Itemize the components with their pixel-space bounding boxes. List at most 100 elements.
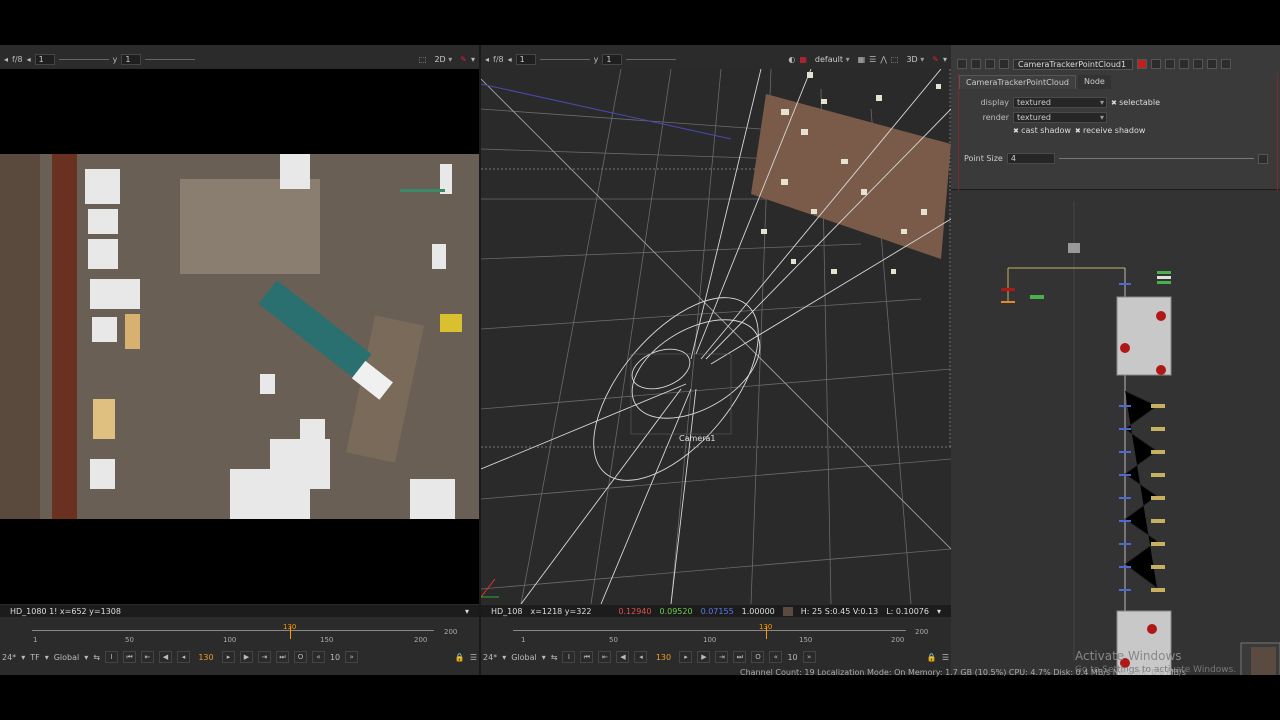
range-dropdown[interactable]: Global — [511, 653, 537, 662]
step-back-icon[interactable]: ◂ — [176, 651, 190, 663]
step-forward-icon[interactable]: ▸ — [679, 651, 693, 663]
arrow-left-icon[interactable]: ◂ — [27, 55, 31, 64]
out-point-icon[interactable]: O — [751, 651, 765, 663]
skip-start-icon[interactable]: ⏮ — [122, 651, 136, 663]
current-frame-field[interactable]: 130 — [195, 653, 217, 662]
chevron-down-icon[interactable]: ▾ — [465, 607, 469, 616]
arrow-left-icon[interactable]: ◂ — [4, 55, 8, 64]
prev-keyframe-icon[interactable]: ⇤ — [598, 651, 612, 663]
lut-dropdown[interactable]: default — [811, 55, 854, 64]
tab-node[interactable]: Node — [1077, 75, 1111, 89]
gamma-slider[interactable] — [626, 58, 677, 60]
play-backward-icon[interactable]: ◀ — [158, 651, 172, 663]
next-keyframe-icon[interactable]: ⇥ — [257, 651, 271, 663]
pen-icon[interactable]: ✎ — [932, 55, 939, 64]
arrow-left-icon[interactable]: ◂ — [508, 55, 512, 64]
step-back-many-icon[interactable]: « — [769, 651, 783, 663]
play-forward-icon[interactable]: ▶ — [239, 651, 253, 663]
point-size-slider[interactable] — [1058, 158, 1254, 159]
view-mode-dropdown[interactable]: 3D — [902, 55, 928, 64]
chevron-down-icon[interactable]: ▾ — [45, 653, 49, 662]
fps-dropdown[interactable]: 24* — [483, 653, 497, 662]
input-icon[interactable] — [985, 59, 995, 69]
undo-icon[interactable] — [1151, 59, 1161, 69]
roi-icon[interactable]: ⬚ — [891, 55, 899, 64]
gain-slider[interactable] — [539, 58, 590, 60]
current-frame-field[interactable]: 130 — [652, 653, 674, 662]
play-backward-icon[interactable]: ◀ — [616, 651, 630, 663]
viewer-canvas-2d[interactable] — [0, 69, 479, 604]
fps-dropdown[interactable]: 24* — [2, 653, 16, 662]
settings-icon[interactable]: ☰ — [942, 653, 949, 662]
prev-keyframe-icon[interactable]: ⇤ — [140, 651, 154, 663]
chevron-down-icon[interactable]: ▾ — [84, 653, 88, 662]
step-forward-many-icon[interactable]: » — [345, 651, 359, 663]
view-mode-dropdown[interactable]: 2D — [430, 55, 456, 64]
pen-icon[interactable]: ✎ — [460, 55, 467, 64]
arrow-left-icon[interactable]: ◂ — [485, 55, 489, 64]
fstop-label[interactable]: f/8 — [12, 55, 23, 64]
loop-icon[interactable]: ⇆ — [93, 653, 100, 662]
next-keyframe-icon[interactable]: ⇥ — [715, 651, 729, 663]
help-icon[interactable] — [1193, 59, 1203, 69]
color-picker-icon[interactable] — [999, 59, 1009, 69]
node-graph[interactable]: Activate Windows Go to Settings to activ… — [951, 191, 1280, 675]
roi-icon[interactable]: ⬚ — [419, 55, 427, 64]
play-forward-icon[interactable]: ▶ — [697, 651, 711, 663]
timeline-track[interactable] — [32, 630, 434, 631]
loop-icon[interactable]: ⇆ — [551, 653, 558, 662]
out-point-icon[interactable]: O — [293, 651, 307, 663]
gamma-field[interactable]: 1 — [602, 53, 623, 65]
timeline-track[interactable] — [513, 630, 906, 631]
skip-end-icon[interactable]: ⏭ — [275, 651, 289, 663]
animation-curve-icon[interactable] — [1257, 153, 1268, 164]
timeline[interactable]: 130 1 50 100 150 200 200 — [481, 620, 951, 646]
selectable-checkbox[interactable]: selectable — [1111, 98, 1160, 107]
chevron-down-icon[interactable]: ▾ — [502, 653, 506, 662]
grid-icon[interactable]: ▦ — [858, 55, 866, 64]
redo-icon[interactable] — [1165, 59, 1175, 69]
gamma-slider[interactable] — [145, 58, 196, 60]
render-dropdown[interactable]: textured — [1013, 112, 1107, 123]
float-icon[interactable] — [1207, 59, 1217, 69]
in-point-icon[interactable]: I — [104, 651, 118, 663]
viewer-canvas-3d[interactable]: Camera1 — [481, 69, 951, 604]
timeline[interactable]: 130 1 50 100 150 200 200 — [0, 620, 479, 646]
point-size-field[interactable]: 4 — [1006, 153, 1055, 164]
step-forward-icon[interactable]: ▸ — [221, 651, 235, 663]
center-node-icon[interactable] — [971, 59, 981, 69]
skip-end-icon[interactable]: ⏭ — [733, 651, 747, 663]
gain-slider[interactable] — [58, 58, 109, 60]
gamma-field[interactable]: 1 — [121, 53, 142, 65]
gain-field[interactable]: 1 — [34, 53, 55, 65]
revert-icon[interactable] — [1179, 59, 1189, 69]
chevron-down-icon[interactable]: ▾ — [937, 607, 941, 616]
chevron-down-icon[interactable]: ▾ — [542, 653, 546, 662]
receive-shadow-checkbox[interactable]: receive shadow — [1075, 126, 1145, 135]
step-back-icon[interactable]: ◂ — [634, 651, 648, 663]
menu-icon[interactable]: ☰ — [869, 55, 876, 64]
cast-shadow-checkbox[interactable]: cast shadow — [1013, 126, 1071, 135]
step-back-many-icon[interactable]: « — [311, 651, 325, 663]
tab-pointcloud[interactable]: CameraTrackerPointCloud — [959, 75, 1076, 89]
step-increment-field[interactable]: 10 — [787, 653, 797, 662]
collapse-icon[interactable] — [957, 59, 967, 69]
skip-start-icon[interactable]: ⏮ — [580, 651, 594, 663]
close-icon[interactable] — [1221, 59, 1231, 69]
clip-warning-icon[interactable]: ◐ — [788, 55, 795, 64]
node-color-icon[interactable] — [1137, 59, 1147, 69]
curve-icon[interactable]: ⋀ — [880, 55, 887, 64]
node-name-field[interactable]: CameraTrackerPointCloud1 — [1013, 58, 1133, 70]
tf-dropdown[interactable]: TF — [30, 653, 40, 662]
step-increment-field[interactable]: 10 — [330, 653, 340, 662]
chevron-down-icon[interactable]: ▾ — [471, 55, 475, 64]
step-forward-many-icon[interactable]: » — [802, 651, 816, 663]
display-dropdown[interactable]: textured — [1013, 97, 1107, 108]
lock-icon[interactable]: 🔒 — [927, 653, 937, 662]
lock-icon[interactable]: 🔒 — [455, 653, 465, 662]
zebra-icon[interactable]: ▦ — [799, 55, 807, 64]
chevron-down-icon[interactable]: ▾ — [21, 653, 25, 662]
settings-icon[interactable]: ☰ — [470, 653, 477, 662]
fstop-label[interactable]: f/8 — [493, 55, 504, 64]
gain-field[interactable]: 1 — [515, 53, 536, 65]
